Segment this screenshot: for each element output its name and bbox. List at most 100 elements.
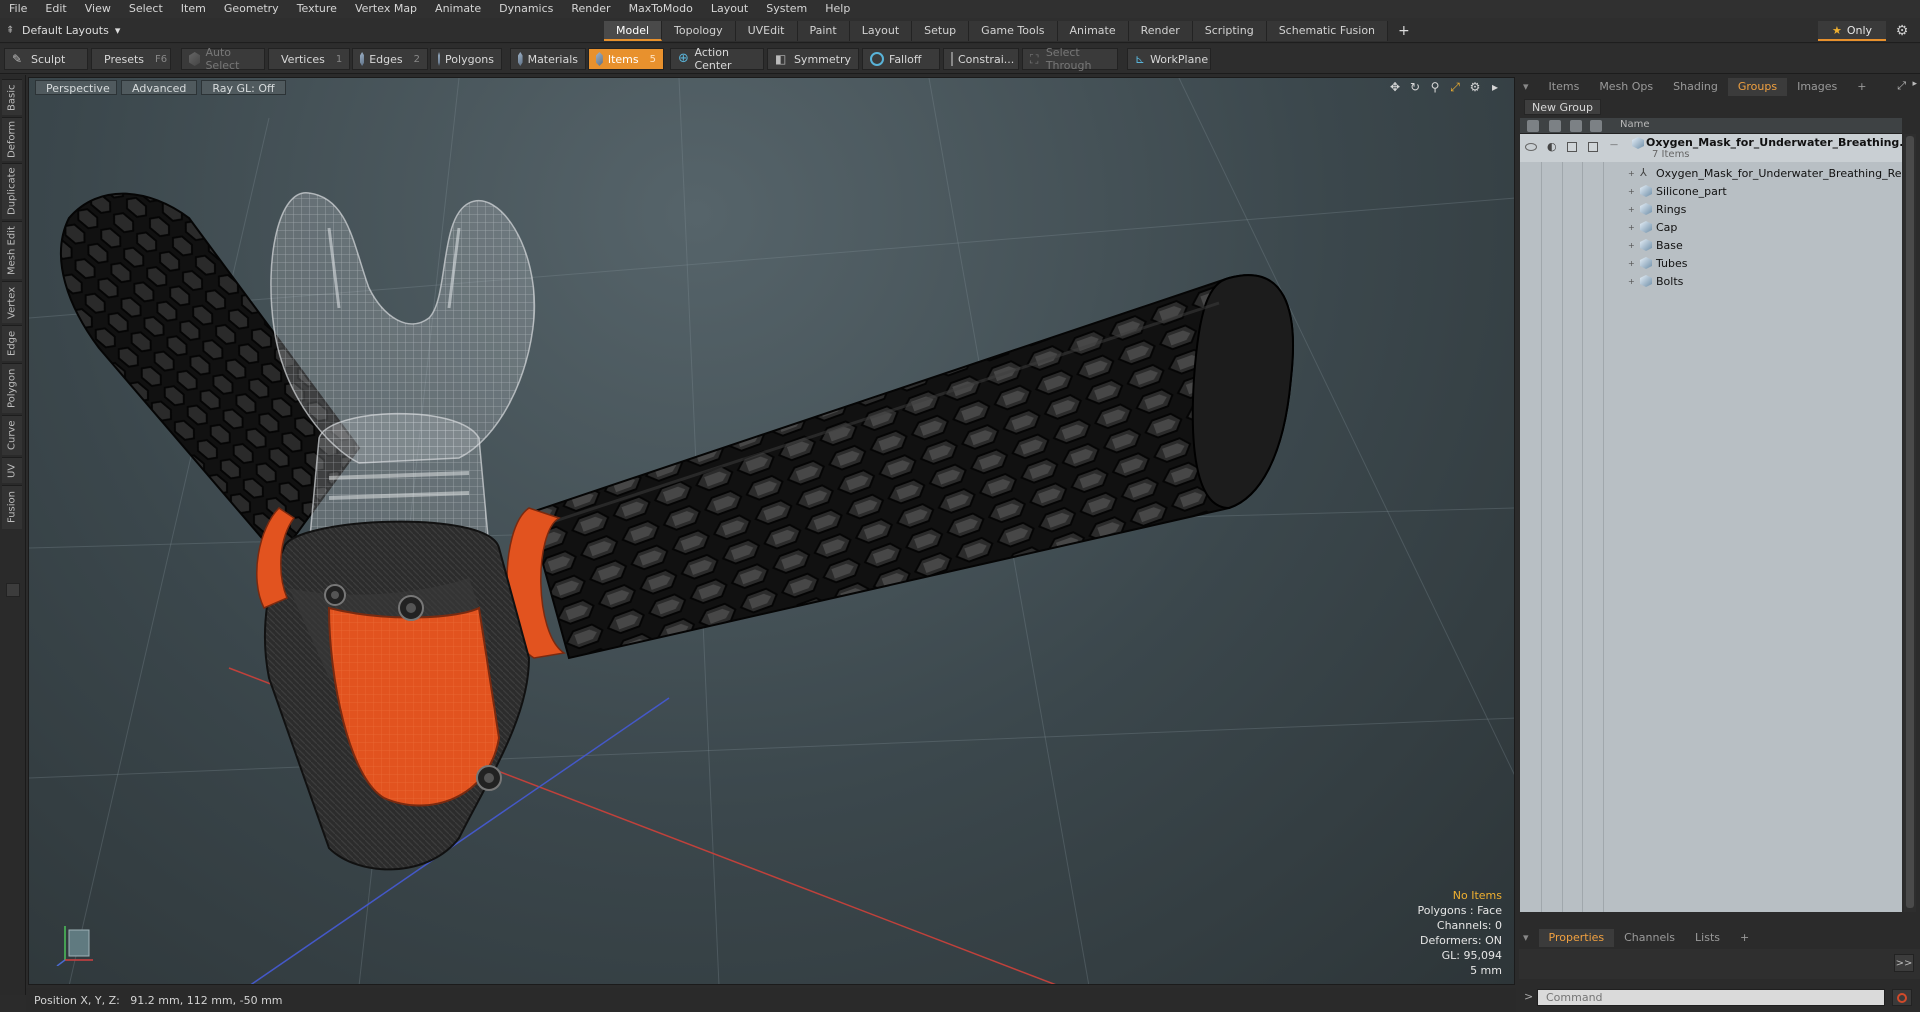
polygons-button[interactable]: Polygons: [430, 48, 502, 70]
shading-advanced-button[interactable]: Advanced: [121, 79, 198, 95]
expand-icon[interactable]: ⤢: [1897, 79, 1906, 93]
tab-layout[interactable]: Layout: [849, 21, 913, 41]
lock-header-icon[interactable]: [1570, 120, 1582, 132]
only-button[interactable]: ★ Only: [1818, 21, 1886, 41]
expand-icon[interactable]: +: [1628, 241, 1635, 250]
menu-maxtomodo[interactable]: MaxToModo: [620, 0, 702, 18]
workplane-button[interactable]: ⊾ WorkPlane: [1127, 48, 1211, 70]
viewport-settings-icon[interactable]: ⚙: [1468, 80, 1482, 94]
tab-properties[interactable]: Properties: [1538, 929, 1615, 947]
vtab-edge[interactable]: Edge: [2, 325, 22, 361]
group-child-row[interactable]: + Rings: [1520, 200, 1902, 218]
viewport-menu-icon[interactable]: ▸: [1488, 80, 1502, 94]
menu-layout[interactable]: Layout: [702, 0, 757, 18]
tab-scripting[interactable]: Scripting: [1192, 21, 1267, 41]
groups-scrollbar[interactable]: [1904, 134, 1916, 912]
vtab-fusion[interactable]: Fusion: [2, 485, 22, 529]
menu-system[interactable]: System: [757, 0, 816, 18]
tab-images[interactable]: Images: [1787, 78, 1847, 96]
tab-items[interactable]: Items: [1539, 78, 1590, 96]
vtab-uv[interactable]: UV: [2, 457, 22, 483]
strip-toggle-button[interactable]: [6, 583, 20, 597]
gear-icon[interactable]: ⚙: [1893, 22, 1911, 40]
tab-paint[interactable]: Paint: [797, 21, 850, 41]
eye-icon[interactable]: [1525, 143, 1537, 151]
command-history-button[interactable]: [1892, 989, 1912, 1006]
tab-setup[interactable]: Setup: [912, 21, 970, 41]
menu-view[interactable]: View: [76, 0, 120, 18]
menu-dynamics[interactable]: Dynamics: [490, 0, 562, 18]
group-child-row[interactable]: + Silicone_part: [1520, 182, 1902, 200]
add-tab-icon[interactable]: +: [1388, 21, 1420, 41]
select-header-icon[interactable]: [1590, 120, 1602, 132]
properties-menu-icon[interactable]: ▾: [1519, 929, 1539, 947]
group-child-row[interactable]: + Base: [1520, 236, 1902, 254]
vtab-curve[interactable]: Curve: [2, 415, 22, 455]
symmetry-button[interactable]: ◧ Symmetry: [767, 48, 859, 70]
select-checkbox[interactable]: [1588, 142, 1598, 152]
panel-menu-icon[interactable]: ▾: [1519, 78, 1539, 96]
expand-icon[interactable]: +: [1628, 169, 1635, 178]
items-button[interactable]: Items 5: [588, 48, 664, 70]
vtab-duplicate[interactable]: Duplicate: [2, 163, 22, 219]
expand-icon[interactable]: +: [1628, 223, 1635, 232]
menu-geometry[interactable]: Geometry: [215, 0, 288, 18]
menu-edit[interactable]: Edit: [36, 0, 75, 18]
menu-select[interactable]: Select: [120, 0, 172, 18]
expand-icon[interactable]: +: [1628, 259, 1635, 268]
group-root-row[interactable]: ◐ — Oxygen_Mask_for_Underwater_Breathing…: [1520, 134, 1902, 162]
forward-arrows-button[interactable]: >>: [1894, 954, 1914, 972]
add-panel-tab-icon[interactable]: +: [1847, 78, 1876, 96]
expand-icon[interactable]: +: [1628, 187, 1635, 196]
menu-file[interactable]: File: [0, 0, 36, 18]
rotate-view-icon[interactable]: ↻: [1408, 80, 1422, 94]
constraints-button[interactable]: Constrai...: [943, 48, 1019, 70]
command-input[interactable]: [1537, 989, 1885, 1006]
materials-button[interactable]: Materials: [510, 48, 586, 70]
3d-viewport[interactable]: Perspective Advanced Ray GL: Off ✥ ↻ ⚲ ⤢…: [28, 77, 1515, 985]
tab-shading[interactable]: Shading: [1663, 78, 1728, 96]
group-child-row[interactable]: + Bolts: [1520, 272, 1902, 290]
menu-help[interactable]: Help: [816, 0, 859, 18]
vtab-mesh-edit[interactable]: Mesh Edit: [2, 221, 22, 279]
tab-mesh-ops[interactable]: Mesh Ops: [1589, 78, 1663, 96]
add-properties-tab-icon[interactable]: +: [1730, 929, 1759, 947]
raygl-button[interactable]: Ray GL: Off: [201, 79, 286, 95]
new-group-button[interactable]: New Group: [1524, 99, 1601, 115]
vtab-vertex[interactable]: Vertex: [2, 281, 22, 323]
vtab-basic[interactable]: Basic: [2, 79, 22, 115]
edges-button[interactable]: Edges 2: [352, 48, 428, 70]
select-through-button[interactable]: ⛶ Select Through: [1022, 46, 1118, 72]
render-header-icon[interactable]: [1549, 120, 1561, 132]
expand-icon[interactable]: +: [1628, 277, 1635, 286]
tab-uvedit[interactable]: UVEdit: [735, 21, 798, 41]
layout-dropdown[interactable]: ⇞ Default Layouts ▾: [6, 22, 120, 39]
expand-icon[interactable]: +: [1628, 205, 1635, 214]
menu-item[interactable]: Item: [172, 0, 215, 18]
falloff-button[interactable]: Falloff: [862, 48, 940, 70]
sculpt-button[interactable]: ✎ Sculpt: [4, 48, 88, 70]
tab-render[interactable]: Render: [1128, 21, 1193, 41]
visibility-header-icon[interactable]: [1527, 120, 1539, 132]
tab-animate[interactable]: Animate: [1057, 21, 1129, 41]
zoom-view-icon[interactable]: ⚲: [1428, 80, 1442, 94]
render-toggle-icon[interactable]: ◐: [1547, 141, 1559, 153]
group-child-row[interactable]: + Tubes: [1520, 254, 1902, 272]
tab-schematic-fusion[interactable]: Schematic Fusion: [1266, 21, 1389, 41]
vtab-polygon[interactable]: Polygon: [2, 363, 22, 413]
move-view-icon[interactable]: ✥: [1388, 80, 1402, 94]
menu-vertex-map[interactable]: Vertex Map: [346, 0, 426, 18]
menu-render[interactable]: Render: [562, 0, 619, 18]
menu-texture[interactable]: Texture: [288, 0, 346, 18]
menu-animate[interactable]: Animate: [426, 0, 490, 18]
panel-arrow-icon[interactable]: ▸: [1912, 79, 1917, 89]
group-child-row[interactable]: + ⅄ Oxygen_Mask_for_Underwater_Breathing…: [1520, 164, 1902, 182]
view-perspective-button[interactable]: Perspective: [35, 79, 117, 95]
collapse-icon[interactable]: —: [1610, 140, 1618, 149]
tab-topology[interactable]: Topology: [662, 21, 736, 41]
tab-model[interactable]: Model: [604, 21, 663, 41]
tab-groups[interactable]: Groups: [1727, 78, 1788, 96]
tab-game-tools[interactable]: Game Tools: [969, 21, 1058, 41]
tab-lists[interactable]: Lists: [1685, 929, 1730, 947]
group-child-row[interactable]: + Cap: [1520, 218, 1902, 236]
